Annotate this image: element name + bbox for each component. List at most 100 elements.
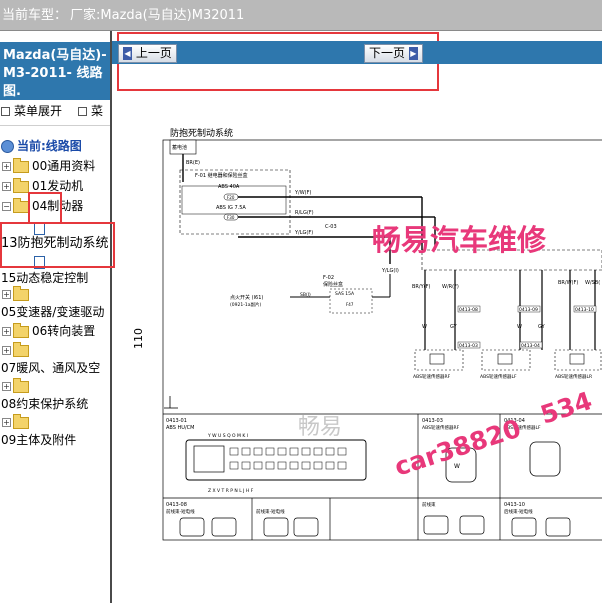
w-label-2: W (517, 324, 522, 330)
tree-item-label: 07暖风、通风及空 (1, 361, 101, 375)
tree-folder-07[interactable]: + (2, 341, 32, 359)
collapse-all-label: 菜 (91, 104, 104, 118)
watermark-main: 畅易汽车维修 (372, 223, 547, 257)
expand-plus-icon[interactable]: + (2, 346, 11, 355)
conn-c03-label: C-03 (325, 224, 337, 230)
watermark-contact: car38820 (391, 414, 525, 482)
conn-tag-03-label: 0413-03 (459, 343, 478, 349)
collapse-all-link[interactable]: 菜 (78, 102, 103, 119)
expand-all-label: 菜单展开 (14, 104, 63, 118)
vehicle-name: 厂家:Mazda(马自达)M32011 (70, 8, 245, 23)
wire-wsb-label: W/SB( (585, 280, 600, 286)
expand-plus-icon[interactable]: + (2, 162, 11, 171)
wiring-diagram: 防抱死制动系统 蓄电池 BR(E) F-01 继电器和保险丝盒 ABS 40A … (162, 127, 602, 541)
expand-plus-icon[interactable]: + (2, 327, 11, 336)
sensor-lf-box (481, 349, 531, 371)
sensor-lr-icon (569, 353, 585, 365)
f02-label: F-02 (323, 275, 334, 281)
folder-icon (13, 413, 29, 429)
conn-tag-08-label: 0413-08 (459, 307, 478, 313)
tree-item-label: 09主体及附件 (1, 433, 77, 447)
expand-plus-icon[interactable]: + (2, 182, 11, 191)
tree-item-06[interactable]: +06转向装置 (2, 322, 95, 340)
sensor-rf-icon (429, 353, 445, 365)
tree-item-00[interactable]: +00通用资料 (2, 157, 95, 175)
tree-item-label: 00通用资料 (32, 159, 96, 173)
pins-bottom: Z X V T R P N L J H F (208, 488, 254, 494)
panel9-connector-b (545, 517, 571, 537)
expand-plus-icon[interactable]: + (2, 290, 11, 299)
panel2-pin-w: W (454, 463, 460, 470)
page-number: 110 (132, 328, 145, 349)
panel9-connector-a (511, 517, 537, 537)
panel8-connector-b (459, 515, 485, 535)
tree-item-label: 05变速器/变速驱动 (1, 305, 105, 319)
panel3-connector (529, 441, 561, 477)
panel6-code: 0413-08 (166, 502, 187, 508)
sidebar: Mazda(马自达)- M3-2011- 线路 图. 菜单展开 菜 当前:线路图… (0, 31, 112, 603)
sensor-rf-box (414, 349, 464, 371)
tree-item-05[interactable]: 05变速器/变速驱动 (1, 303, 104, 321)
tree-item-09[interactable]: 09主体及附件 (1, 431, 76, 449)
panel8-title: 前线束 (422, 501, 436, 508)
sidebar-divider (0, 125, 110, 126)
arrow-left-icon: ◀ (123, 47, 132, 60)
panel7-title: 前线束-短电线 (256, 508, 285, 515)
wire-brr: BR(E) (186, 160, 200, 166)
wire-wr-label: W/R(F) (442, 284, 459, 290)
tree-folder-08[interactable]: + (2, 377, 32, 395)
panel6-connector-b (211, 517, 237, 537)
wire-yw-label: Y/W(F) (294, 190, 312, 196)
tree-item-08[interactable]: 08约束保护系统 (1, 395, 88, 413)
next-page-button[interactable]: 下一页 ▶ (364, 44, 423, 63)
folder-icon (13, 377, 29, 393)
collapse-icon (78, 107, 87, 116)
panel1-title: ABS HU/CM (166, 425, 194, 431)
navigation-bar: ◀ 上一页 下一页 ▶ (112, 41, 602, 64)
prev-page-button[interactable]: ◀ 上一页 (118, 44, 177, 63)
gy-label-1: GY (450, 324, 458, 330)
tree-item-label: 08约束保护系统 (1, 397, 89, 411)
sidebar-title-line3: 图. (3, 84, 21, 99)
expand-icon (1, 107, 10, 116)
sb-label: SB(I) (300, 292, 311, 298)
panel9-title: 后线束-短电线 (504, 508, 533, 515)
folder-icon (13, 322, 29, 338)
sensor-lr-label: ABS轮速传感器LR (555, 373, 592, 380)
watermark-contact-end: 534 (537, 386, 596, 430)
panel7-connector-b (293, 517, 319, 537)
tree-item-label: 15动态稳定控制 (1, 271, 89, 285)
conn-tag-04-label: 0413-04 (521, 343, 540, 349)
sidebar-title-line1: Mazda(马自达)- (3, 48, 107, 63)
next-page-label: 下一页 (369, 46, 406, 60)
fuse-block-label: F-01 继电器和保险丝盒 (195, 172, 248, 179)
tree-item-07[interactable]: 07暖风、通风及空 (1, 359, 100, 377)
highlight-abs-item (0, 222, 115, 268)
expand-all-link[interactable]: 菜单展开 (1, 102, 62, 119)
tree-root-label: 当前:线路图 (17, 139, 82, 153)
panel7-connector-a (263, 517, 289, 537)
folder-icon (13, 285, 29, 301)
prev-page-label: 上一页 (135, 46, 172, 60)
expand-plus-icon[interactable]: + (2, 382, 11, 391)
arrow-right-icon: ▶ (408, 47, 418, 60)
tree-folder-09[interactable]: + (2, 413, 32, 431)
highlight-brake-folder (28, 192, 62, 224)
sas15-label: SAS 15A (335, 291, 355, 297)
wire-ylgi-label: Y/LG(I) (381, 268, 399, 274)
folder-icon (13, 157, 29, 173)
tree-item-label: 01发动机 (32, 179, 84, 193)
diagram-title: 防抱死制动系统 (170, 127, 233, 139)
folder-open-icon (13, 197, 29, 213)
gy-label-2: GY (538, 324, 546, 330)
folder-icon (13, 177, 29, 193)
tree-root-current[interactable]: 当前:线路图 (1, 137, 82, 155)
sensor-lf-label: ABS轮速传感器LF (480, 373, 517, 380)
tree-folder-05[interactable]: + (2, 285, 32, 303)
panel8-connector-a (423, 515, 449, 535)
expand-plus-icon[interactable]: + (2, 418, 11, 427)
folder-icon (13, 341, 29, 357)
wire-ylg-label: Y/LG(F) (294, 230, 313, 236)
hucm-connector-block (193, 445, 225, 473)
collapse-minus-icon[interactable]: − (2, 202, 11, 211)
